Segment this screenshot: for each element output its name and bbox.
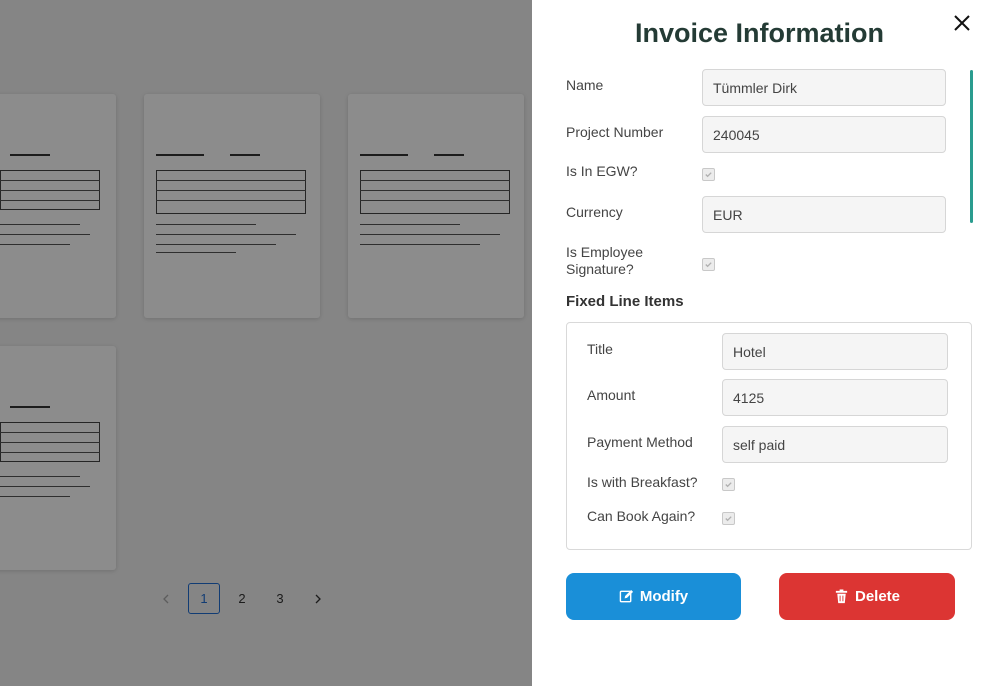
fixed-line-items-heading: Fixed Line Items xyxy=(566,293,684,310)
egw-label: Is In EGW? xyxy=(566,163,638,179)
amount-field[interactable]: 4125 xyxy=(722,379,948,416)
breakfast-label: Is with Breakfast? xyxy=(587,474,698,490)
check-icon xyxy=(705,262,712,268)
payment-method-field[interactable]: self paid xyxy=(722,426,948,463)
trash-icon xyxy=(835,589,848,604)
check-icon xyxy=(705,172,712,178)
scrollbar[interactable] xyxy=(970,70,973,223)
employee-signature-checkbox[interactable] xyxy=(702,258,715,271)
amount-label: Amount xyxy=(587,387,636,403)
fixed-line-items-box: Title Hotel Amount 4125 Payment Method s… xyxy=(566,322,972,550)
delete-button[interactable]: Delete xyxy=(779,573,955,620)
name-label: Name xyxy=(566,77,604,93)
project-number-field[interactable]: 240045 xyxy=(702,116,946,153)
check-icon xyxy=(725,516,732,522)
invoice-info-drawer: Invoice Information Name Tümmler Dirk Pr… xyxy=(532,0,987,686)
employee-signature-label: Is Employee Signature? xyxy=(566,244,644,277)
check-icon xyxy=(725,482,732,488)
modify-button[interactable]: Modify xyxy=(566,573,741,620)
modal-backdrop[interactable] xyxy=(0,0,532,686)
delete-label: Delete xyxy=(854,588,901,605)
book-again-label: Can Book Again? xyxy=(587,508,696,524)
payment-method-label: Payment Method xyxy=(587,434,693,450)
name-field[interactable]: Tümmler Dirk xyxy=(702,69,946,106)
book-again-checkbox[interactable] xyxy=(722,512,735,525)
currency-label: Currency xyxy=(566,204,623,220)
drawer-title: Invoice Information xyxy=(634,18,885,48)
modify-label: Modify xyxy=(639,588,689,605)
egw-checkbox[interactable] xyxy=(702,168,715,181)
title-label: Title xyxy=(587,341,613,357)
edit-icon xyxy=(619,589,633,603)
currency-field[interactable]: EUR xyxy=(702,196,946,233)
title-field[interactable]: Hotel xyxy=(722,333,948,370)
breakfast-checkbox[interactable] xyxy=(722,478,735,491)
project-number-label: Project Number xyxy=(566,124,664,140)
